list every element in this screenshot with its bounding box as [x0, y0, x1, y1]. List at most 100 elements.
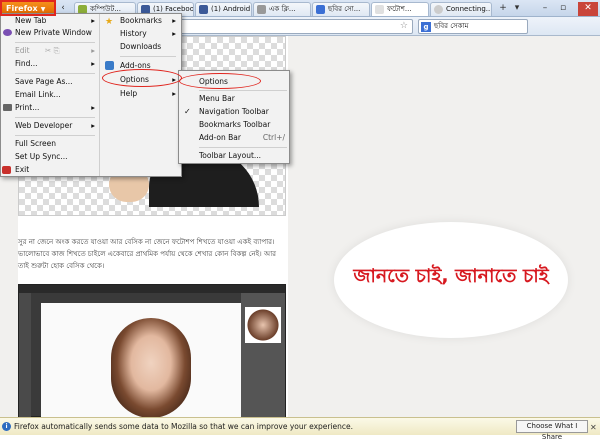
bookmarks-star-icon: ★ [105, 17, 114, 27]
menu-separator [199, 147, 287, 148]
menu-item-label: Full Screen [15, 139, 56, 148]
menu-item-print[interactable]: Print... ▸ [15, 102, 95, 114]
menu-item-bookmarks[interactable]: Bookmarks ▸ [120, 15, 176, 27]
tab-label: (1) Android ... [211, 5, 251, 13]
menu-item-label: Help [120, 89, 138, 98]
menu-item-label: Set Up Sync... [15, 152, 68, 161]
menu-item-label: New Private Window [15, 28, 92, 37]
chevron-right-icon: ▸ [172, 89, 176, 98]
photoshop-menubar [19, 285, 285, 293]
submenu-item-toolbar-layout[interactable]: Toolbar Layout... [199, 150, 261, 162]
bookmark-star-icon[interactable]: ☆ [400, 21, 408, 31]
notification-bar: i Firefox automatically sends some data … [0, 417, 600, 441]
options-highlight-circle [102, 69, 182, 87]
photoshop-toolbar [19, 293, 31, 418]
private-window-icon [3, 29, 12, 36]
chevron-right-icon: ▸ [91, 16, 95, 25]
menu-item-label: Print... [15, 103, 40, 112]
printer-icon [3, 104, 12, 111]
checkmark-icon: ✓ [184, 107, 191, 116]
menu-item-web-developer[interactable]: Web Developer ▸ [15, 120, 95, 132]
menu-item-label: Menu Bar [199, 94, 235, 103]
menu-item-help[interactable]: Help ▸ [120, 88, 176, 100]
photoshop-canvas [41, 303, 241, 418]
shortcut-label: Ctrl+/ [262, 133, 285, 142]
portrait [111, 318, 191, 418]
url-bar[interactable]: ☆ [178, 19, 413, 34]
menu-item-label: Toolbar Layout... [199, 151, 262, 160]
tab-3[interactable]: (1) Android ... [195, 2, 252, 16]
article-paragraph: সুর না জেনে অংক করতে যাওয়া আর বেসিক না … [18, 238, 277, 270]
menu-item-label: Edit [15, 46, 30, 55]
tab-favicon-icon [257, 5, 266, 14]
close-window-button[interactable]: ✕ [578, 2, 598, 16]
menu-item-edit[interactable]: Edit ✂ ⎘ ▸ [15, 45, 95, 57]
menu-separator [15, 73, 95, 74]
tab-6[interactable]: ফটোশ... [371, 2, 429, 16]
tab-label: Connecting... [446, 5, 492, 13]
photoshop-screenshot [18, 284, 286, 418]
menu-item-new-tab[interactable]: New Tab ▸ [15, 15, 95, 27]
menu-item-exit[interactable]: Exit [15, 164, 29, 176]
submenu-item-menu-bar[interactable]: Menu Bar [199, 93, 235, 105]
tab-7[interactable]: Connecting... [430, 2, 492, 16]
tab-label: কম্পিউট... [90, 5, 121, 13]
menu-divider [99, 14, 100, 176]
menu-item-downloads[interactable]: Downloads [120, 41, 161, 53]
firefox-button-highlight [0, 0, 56, 16]
menu-item-new-private-window[interactable]: New Private Window [15, 27, 92, 39]
menu-item-label: Add-on Bar [199, 133, 241, 142]
submenu-item-navigation-toolbar[interactable]: Navigation Toolbar [199, 106, 269, 118]
menu-item-full-screen[interactable]: Full Screen [15, 138, 56, 150]
menu-item-history[interactable]: History ▸ [120, 28, 176, 40]
slogan-text: জানতে চাই, জানাতে চাই [353, 265, 549, 287]
menu-item-email-link[interactable]: Email Link... [15, 89, 61, 101]
menu-item-label: Save Page As... [15, 77, 73, 86]
chevron-right-icon: ▸ [91, 103, 95, 112]
list-all-tabs-icon[interactable]: ▾ [510, 2, 524, 16]
tab-label: এক ক্লি... [269, 5, 296, 13]
chevron-right-icon: ▸ [172, 29, 176, 38]
new-tab-button[interactable]: + [496, 2, 510, 16]
submenu-item-bookmarks-toolbar[interactable]: Bookmarks Toolbar [199, 119, 270, 131]
tab-favicon-icon [375, 5, 384, 14]
menu-separator [199, 90, 287, 91]
menu-item-label: Web Developer [15, 121, 73, 130]
minimize-button[interactable]: – [538, 2, 552, 16]
chevron-right-icon: ▸ [172, 16, 176, 25]
edit-tools-icon: ✂ ⎘ [45, 46, 60, 55]
puzzle-icon [105, 61, 114, 70]
search-input-value: ছবির সেকাম [434, 22, 469, 30]
menu-item-label: Navigation Toolbar [199, 107, 269, 116]
exit-icon [2, 166, 11, 174]
menu-separator [120, 56, 176, 57]
menu-separator [15, 42, 95, 43]
tab-4[interactable]: এক ক্লি... [253, 2, 311, 16]
tab-label: (1) Facebook [153, 5, 194, 13]
close-icon[interactable]: ✕ [590, 419, 597, 436]
layer-thumbnail [245, 307, 281, 343]
slogan-bubble: জানতে চাই, জানাতে চাই [334, 222, 568, 338]
menu-item-label: Exit [15, 165, 30, 174]
google-icon[interactable]: g [421, 22, 431, 32]
menu-item-label: History [120, 29, 147, 38]
firefox-app-menu: New Tab ▸ New Private Window Edit ✂ ⎘ ▸ Fin… [0, 13, 182, 177]
menu-item-save-page[interactable]: Save Page As... [15, 76, 73, 88]
menu-separator [15, 135, 95, 136]
menu-item-set-up-sync[interactable]: Set Up Sync... [15, 151, 68, 163]
info-icon: i [2, 422, 11, 431]
chevron-right-icon: ▸ [91, 46, 95, 55]
menu-item-find[interactable]: Find... ▸ [15, 58, 95, 70]
menu-item-label: Bookmarks Toolbar [199, 120, 271, 129]
search-input[interactable]: g ছবির সেকাম [418, 19, 528, 34]
restore-button[interactable]: ▫ [556, 2, 570, 16]
choose-what-i-share-button[interactable]: Choose What I Share [516, 420, 588, 441]
submenu-item-add-on-bar[interactable]: Add-on Bar Ctrl+/ [199, 132, 285, 144]
menu-item-label: Email Link... [15, 90, 61, 99]
tab-5[interactable]: ছবির সো... [312, 2, 370, 16]
menu-item-label: New Tab [15, 16, 47, 25]
chevron-right-icon: ▸ [91, 59, 95, 68]
facebook-icon [199, 5, 208, 14]
menu-item-label: Find... [15, 59, 38, 68]
notification-message: Firefox automatically sends some data to… [14, 422, 354, 431]
